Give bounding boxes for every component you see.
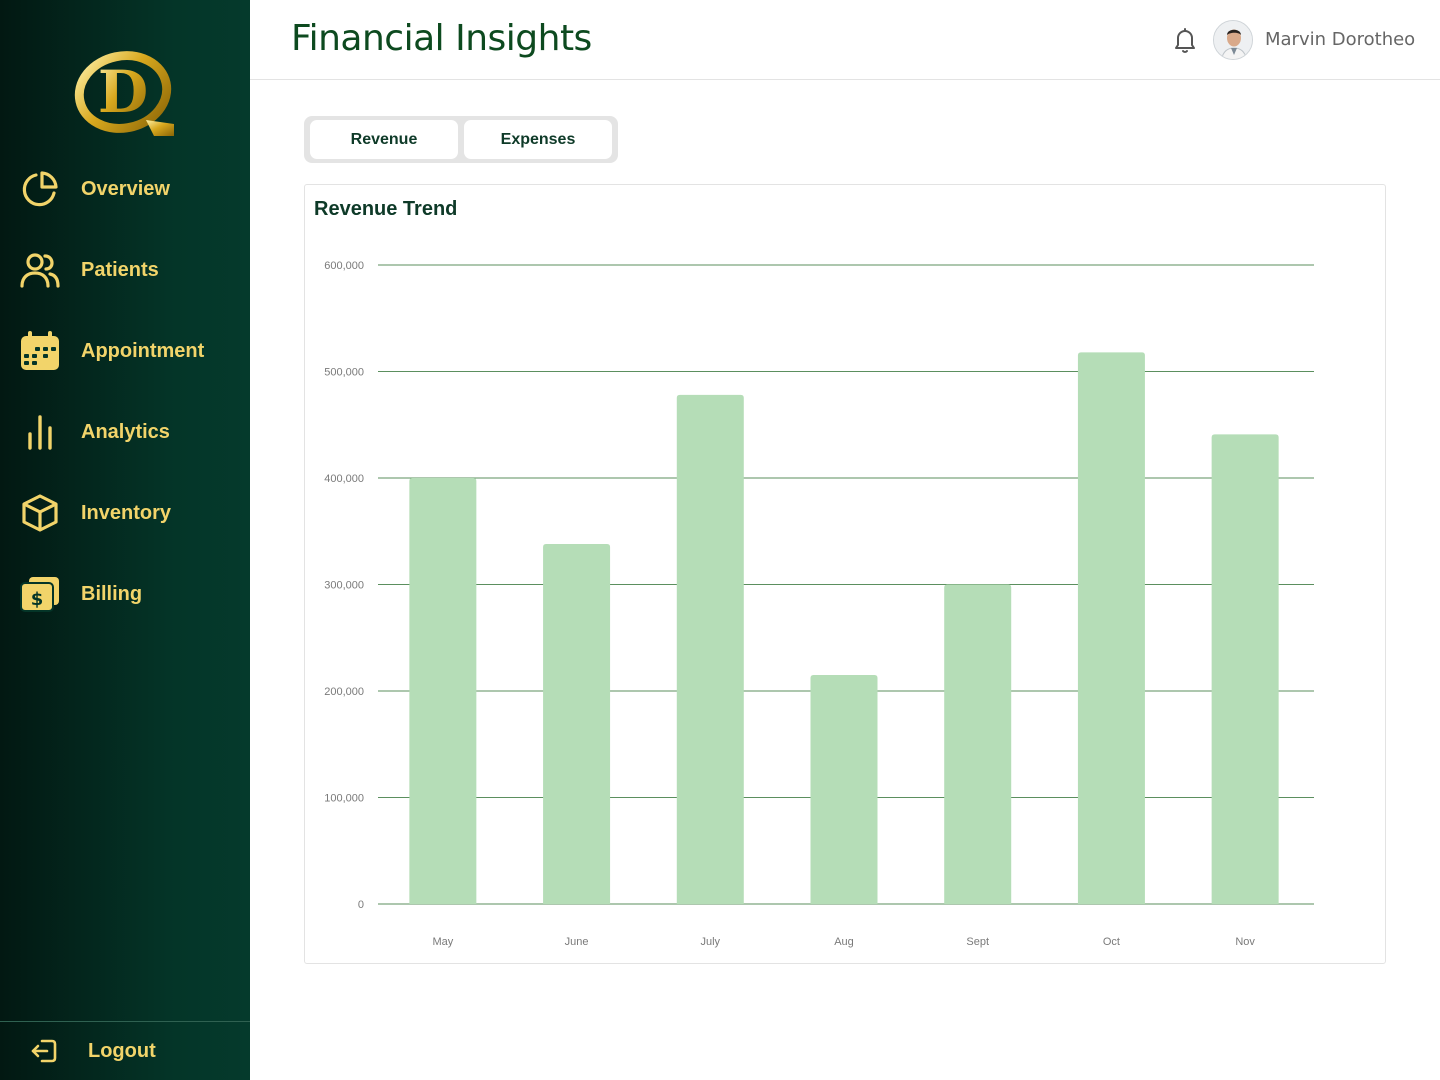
- sidebar-item-inventory[interactable]: Inventory: [18, 487, 171, 539]
- y-tick-label: 600,000: [324, 260, 364, 272]
- sidebar-item-overview[interactable]: Overview: [18, 163, 170, 215]
- sidebar-item-label: Billing: [81, 582, 143, 605]
- logout-button[interactable]: Logout: [0, 1021, 250, 1080]
- x-tick-label: Sept: [966, 936, 989, 948]
- y-tick-label: 500,000: [324, 367, 364, 379]
- bell-icon[interactable]: [1172, 26, 1198, 54]
- bar-july: [676, 394, 744, 904]
- x-tick-label: Aug: [834, 936, 854, 948]
- x-tick-label: May: [432, 936, 453, 948]
- logout-label: Logout: [88, 1039, 156, 1062]
- sidebar-item-patients[interactable]: Patients: [18, 244, 159, 296]
- bar-may: [409, 478, 477, 904]
- tab-expenses[interactable]: Expenses: [464, 120, 612, 159]
- billing-icon: $: [18, 572, 62, 616]
- top-bar: Financial Insights Marvin Dorotheo: [250, 0, 1440, 80]
- box-icon: [18, 491, 62, 535]
- sidebar-item-label: Patients: [81, 258, 159, 281]
- logout-icon: [30, 1037, 58, 1065]
- bar-oct: [1077, 352, 1145, 904]
- bar-june: [543, 544, 611, 904]
- y-tick-label: 100,000: [324, 793, 364, 805]
- x-tick-label: Oct: [1103, 936, 1120, 948]
- pie-chart-icon: [18, 167, 62, 211]
- sidebar-item-label: Appointment: [81, 339, 205, 362]
- bar-chart-icon: [18, 410, 62, 454]
- sidebar-item-label: Analytics: [81, 420, 170, 443]
- page-title: Financial Insights: [291, 18, 592, 59]
- revenue-chart-card: Revenue Trend 0 100,000 200,000 300,000 400,…: [304, 184, 1386, 964]
- y-tick-label: 0: [358, 899, 364, 911]
- x-tick-label: June: [565, 936, 589, 948]
- y-tick-label: 300,000: [324, 580, 364, 592]
- svg-text:D: D: [98, 58, 148, 126]
- revenue-expenses-tabs: Revenue Expenses: [304, 116, 618, 163]
- x-tick-label: July: [701, 936, 721, 948]
- sidebar: D Overview Patients Appointment Analytic…: [0, 0, 250, 1080]
- sidebar-item-appointment[interactable]: Appointment: [18, 325, 204, 377]
- tab-revenue[interactable]: Revenue: [310, 120, 458, 159]
- avatar[interactable]: [1213, 20, 1253, 60]
- calendar-icon: [18, 329, 62, 373]
- y-tick-label: 200,000: [324, 686, 364, 698]
- revenue-bar-chart: 0 100,000 200,000 300,000 400,000 500,000 600,…: [324, 260, 1314, 948]
- user-name[interactable]: Marvin Dorotheo: [1265, 29, 1415, 50]
- bar-nov: [1211, 434, 1279, 904]
- svg-text:$: $: [31, 589, 44, 610]
- y-tick-label: 400,000: [324, 473, 364, 485]
- sidebar-item-billing[interactable]: $ Billing: [18, 568, 142, 620]
- bar-sept: [944, 584, 1012, 904]
- users-icon: [18, 248, 62, 292]
- bar-aug: [810, 675, 878, 904]
- sidebar-item-analytics[interactable]: Analytics: [18, 406, 170, 458]
- sidebar-item-label: Overview: [81, 177, 170, 200]
- sidebar-item-label: Inventory: [81, 501, 172, 524]
- brand-logo[interactable]: D: [74, 50, 176, 138]
- x-tick-label: Nov: [1235, 936, 1255, 948]
